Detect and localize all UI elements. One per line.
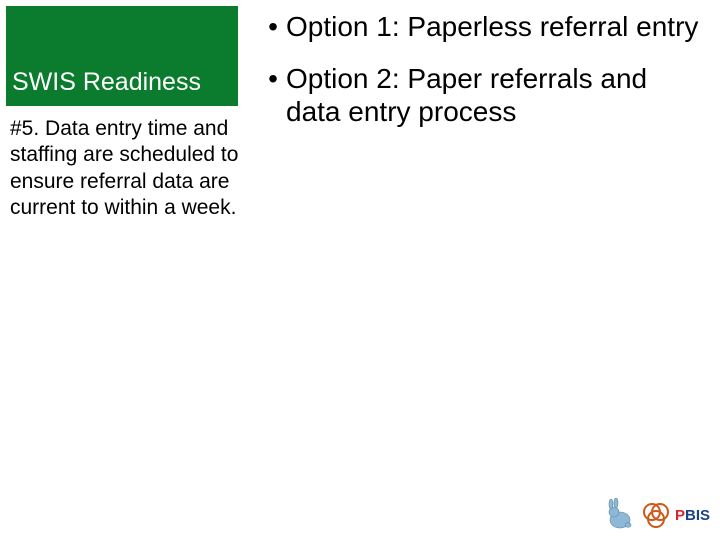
pbis-letter-p: P [675,507,685,524]
slide-title: SWIS Readiness [12,69,201,97]
bullet-list: • Option 1: Paperless referral entry • O… [260,10,700,147]
bullet-text: Option 1: Paperless referral entry [286,10,700,44]
pbis-letters-rest: BIS [685,507,710,524]
bullet-dot-icon: • [260,62,286,96]
rabbit-icon [603,498,637,532]
bullet-item: • Option 1: Paperless referral entry [260,10,700,44]
pbis-wordmark: PBIS [675,507,710,524]
slide-subtitle: #5. Data entry time and staffing are sch… [10,116,240,221]
footer-logo-area: PBIS [603,498,710,532]
bullet-text: Option 2: Paper referrals and data entry… [286,62,700,129]
rings-icon [641,500,671,530]
title-block: SWIS Readiness [6,6,238,106]
bullet-dot-icon: • [260,10,286,44]
slide: SWIS Readiness #5. Data entry time and s… [0,0,720,540]
bullet-item: • Option 2: Paper referrals and data ent… [260,62,700,129]
